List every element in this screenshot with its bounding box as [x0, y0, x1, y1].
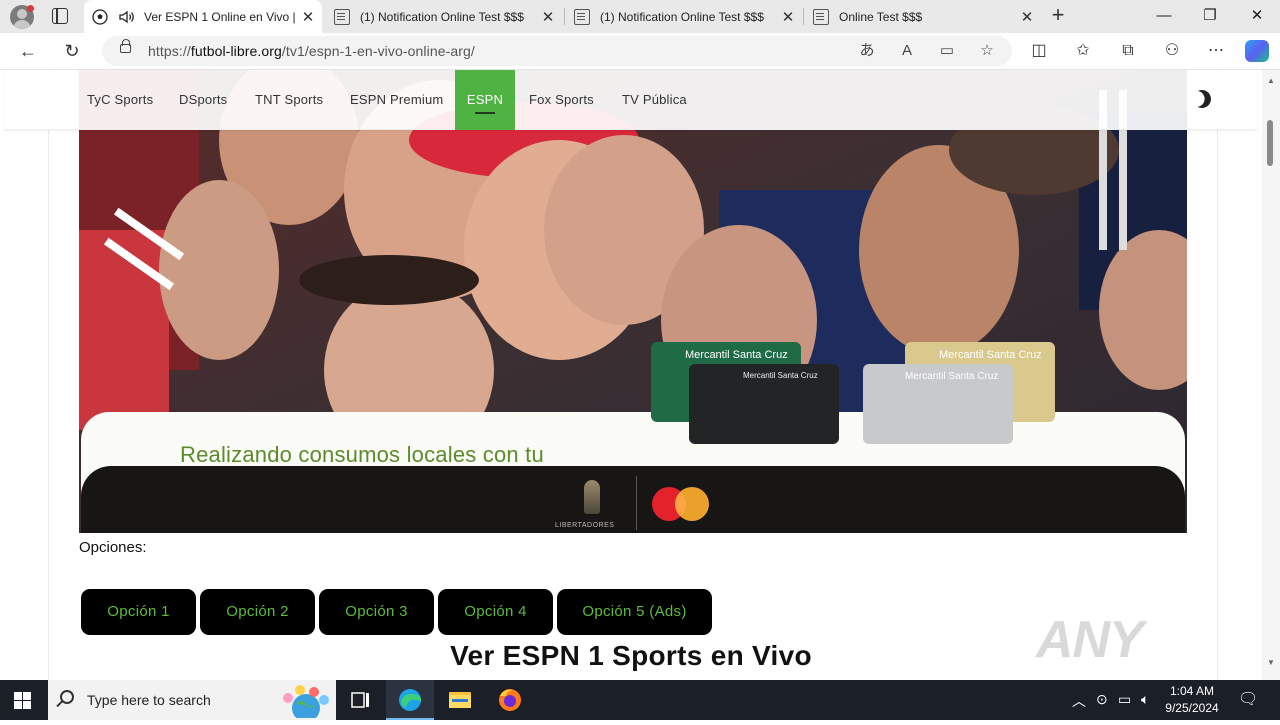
tab-espn[interactable]: Ver ESPN 1 Online en Vivo | F ✕ — [84, 0, 322, 33]
translate-icon[interactable]: あ — [858, 42, 876, 60]
close-tab-icon[interactable]: ✕ — [780, 8, 796, 26]
search-highlight-globe-icon — [283, 685, 329, 718]
copilot-icon[interactable] — [1245, 40, 1269, 62]
option-4-button[interactable]: Opción 4 — [438, 589, 553, 635]
split-screen-icon[interactable]: ◫ — [1026, 38, 1052, 64]
web-page: Realizando consumos locales con tu Merca… — [0, 70, 1262, 680]
dark-mode-moon-icon[interactable] — [1190, 87, 1213, 110]
anyrun-watermark: ANY RUN — [1036, 611, 1147, 680]
tab-notification-2[interactable]: (1) Notification Online Test $$$ ✕ — [566, 0, 802, 33]
restore-button[interactable]: ❐ — [1187, 0, 1233, 33]
option-1-button[interactable]: Opción 1 — [81, 589, 196, 635]
tab-separator — [564, 8, 565, 25]
address-toolbar: ← ↻ https://futbol-libre.org/tv1/espn-1-… — [0, 33, 1280, 70]
refresh-icon[interactable]: ↻ — [58, 37, 86, 65]
tab-actions-icon[interactable] — [52, 8, 68, 24]
options-label: Opciones: — [79, 539, 147, 556]
favorites-icon[interactable]: ✩ — [1070, 38, 1096, 64]
close-tab-icon[interactable]: ✕ — [1019, 8, 1035, 26]
tab-title: (1) Notification Online Test $$$ — [360, 9, 524, 24]
network-icon[interactable]: ▭ — [1118, 691, 1131, 708]
ad-banner-bottom — [81, 466, 1185, 533]
page-icon — [574, 8, 590, 25]
volume-icon[interactable]: 🔈︎ — [1141, 691, 1149, 708]
tab-notification-1[interactable]: (1) Notification Online Test $$$ ✕ — [326, 0, 562, 33]
nav-espn[interactable]: ESPN — [455, 70, 515, 130]
mastercard-logo-orange — [675, 487, 709, 521]
close-tab-icon[interactable]: ✕ — [540, 8, 556, 26]
back-arrow-icon[interactable]: ← — [14, 37, 42, 65]
show-hidden-icons-chevron-icon[interactable]: ︿ — [1072, 691, 1086, 711]
page-scrollbar[interactable]: ▲ ▼ — [1262, 70, 1280, 680]
nav-tyc-sports[interactable]: TyC Sports — [73, 70, 167, 130]
page-icon — [334, 8, 350, 25]
url-prefix: https:// — [148, 43, 191, 59]
notification-dot — [27, 5, 34, 12]
scroll-down-arrow-icon[interactable]: ▼ — [1267, 658, 1275, 667]
site-navigation: TyC Sports DSports TNT Sports ESPN Premi… — [5, 70, 1257, 130]
speaker-icon[interactable] — [118, 9, 136, 25]
close-tab-icon[interactable]: ✕ — [300, 8, 316, 26]
clock-date[interactable]: 9/25/2024 — [1158, 701, 1226, 715]
tab-title: Ver ESPN 1 Online en Vivo | F — [144, 9, 300, 24]
ad-banner-text: Realizando consumos locales con tu — [180, 442, 544, 467]
favorite-star-icon[interactable]: ☆ — [978, 42, 996, 60]
tab-title: (1) Notification Online Test $$$ — [600, 9, 764, 24]
logo-divider — [636, 476, 637, 530]
tab-title: Online Test $$$ — [839, 9, 923, 24]
nav-tnt-sports[interactable]: TNT Sports — [241, 70, 337, 130]
scroll-up-arrow-icon[interactable]: ▲ — [1267, 76, 1275, 85]
card-label: Mercantil Santa Cruz — [685, 349, 788, 361]
meet-now-icon[interactable]: ⊙ — [1096, 691, 1108, 708]
option-3-button[interactable]: Opción 3 — [319, 589, 434, 635]
card-label: Mercantil Santa Cruz — [939, 349, 1042, 361]
new-tab-button[interactable]: + — [1046, 4, 1070, 28]
extensions-icon[interactable]: ⚇ — [1159, 38, 1185, 64]
close-window-button[interactable]: ✕ — [1234, 0, 1280, 33]
tab-online-test[interactable]: Online Test $$$ ✕ — [805, 0, 1041, 33]
search-icon — [60, 690, 74, 704]
minimize-button[interactable]: — — [1141, 0, 1187, 33]
nav-fox-sports[interactable]: Fox Sports — [515, 70, 608, 130]
nav-tv-publica[interactable]: TV Pública — [608, 70, 701, 130]
url-text[interactable]: https://futbol-libre.org/tv1/espn-1-en-v… — [148, 43, 475, 59]
task-view-icon[interactable] — [336, 680, 384, 720]
windows-start-icon[interactable] — [14, 692, 31, 709]
url-path: /tv1/espn-1-en-vivo-online-arg/ — [281, 43, 475, 59]
collections-icon[interactable]: ⧉ — [1115, 38, 1141, 64]
windows-taskbar: Type here to search ︿ ⊙ ▭ 🔈︎ 1:04 AM 9/2… — [0, 680, 1280, 720]
clock-time[interactable]: 1:04 AM — [1162, 684, 1222, 698]
browser-tab-strip: Ver ESPN 1 Online en Vivo | F ✕ (1) Noti… — [0, 0, 1280, 33]
libertadores-logo: LIBERTADORES — [555, 522, 615, 529]
more-menu-icon[interactable]: ⋯ — [1203, 38, 1229, 64]
taskbar-search-box[interactable]: Type here to search — [48, 680, 336, 720]
immersive-reader-icon[interactable]: ▭ — [938, 42, 956, 60]
trophy-icon — [584, 480, 600, 514]
action-center-icon[interactable]: 🗨︎ — [1238, 689, 1258, 709]
scrollbar-thumb[interactable] — [1267, 120, 1273, 166]
tab-separator — [803, 8, 804, 25]
card-label: Mercantil Santa Cruz — [743, 371, 818, 380]
bank-card-silver: Mercantil Santa Cruz — [863, 364, 1013, 444]
bank-card-black: Mercantil Santa Cruz — [689, 364, 839, 444]
page-icon — [813, 8, 829, 25]
file-explorer-icon[interactable] — [436, 680, 484, 720]
address-bar[interactable]: https://futbol-libre.org/tv1/espn-1-en-v… — [102, 36, 1012, 66]
option-5-ads-button[interactable]: Opción 5 (Ads) — [557, 589, 712, 635]
search-placeholder: Type here to search — [87, 692, 211, 708]
nav-espn-premium[interactable]: ESPN Premium — [336, 70, 457, 130]
firefox-icon[interactable] — [486, 680, 534, 720]
url-domain: futbol-libre.org — [190, 43, 282, 59]
nav-dsports[interactable]: DSports — [165, 70, 241, 130]
read-aloud-icon[interactable]: A — [898, 42, 916, 60]
soccer-ball-icon — [92, 8, 108, 25]
video-player[interactable]: Realizando consumos locales con tu Merca… — [79, 70, 1187, 533]
edge-browser-icon[interactable] — [386, 680, 434, 720]
option-2-button[interactable]: Opción 2 — [200, 589, 315, 635]
lock-icon[interactable] — [120, 39, 131, 53]
card-label: Mercantil Santa Cruz — [905, 371, 999, 382]
